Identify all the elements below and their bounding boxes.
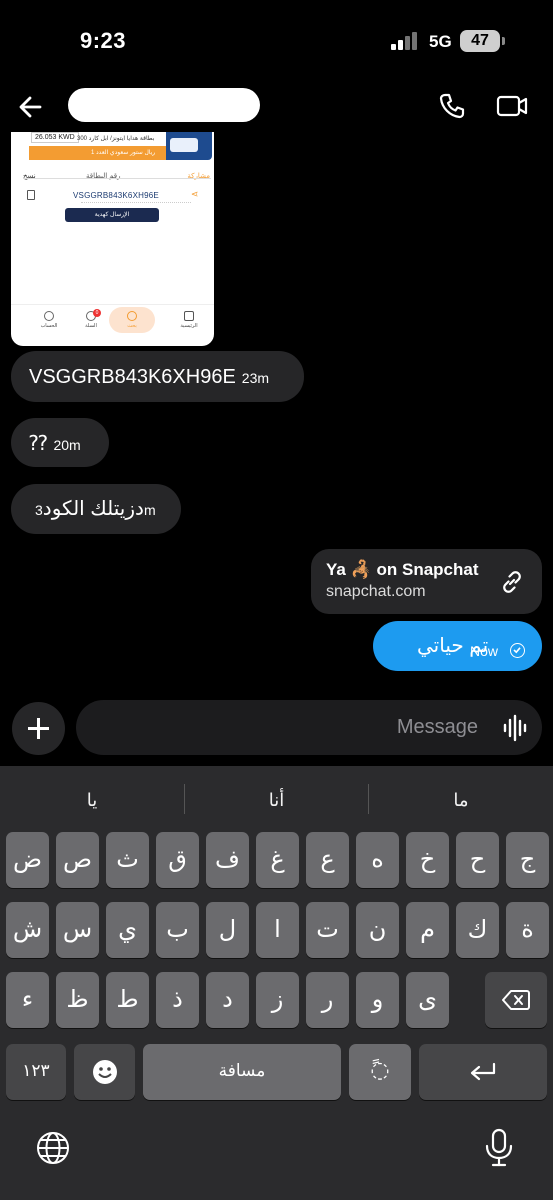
send-as-gift-button: الإرسال كهدية (65, 208, 159, 222)
key-row3-7[interactable]: و (356, 972, 399, 1028)
key-row3-0[interactable]: ء (6, 972, 49, 1028)
dotted-divider (81, 202, 191, 203)
backspace-key[interactable] (485, 972, 547, 1028)
snapchat-link-card[interactable]: Ya 🦂 on Snapchat snapchat.com (311, 549, 542, 614)
battery-tip (502, 37, 505, 45)
add-attachment-button[interactable] (12, 702, 65, 755)
key-row2-3[interactable]: ب (156, 902, 199, 958)
sent-check-icon (510, 643, 525, 658)
key-row2-5[interactable]: ا (256, 902, 299, 958)
status-time: 9:23 (80, 28, 127, 53)
return-key[interactable] (419, 1044, 547, 1100)
nav-search: بحث (112, 311, 152, 329)
signal-icon (391, 32, 421, 50)
message-time: Now (470, 643, 499, 659)
key-row2-4[interactable]: ل (206, 902, 249, 958)
app-bottom-nav: الرئيسية بحث السلة 0 الحساب (11, 304, 214, 346)
key-row1-5[interactable]: غ (256, 832, 299, 888)
message-time: 20m (53, 437, 81, 453)
key-row1-0[interactable]: ض (6, 832, 49, 888)
search-icon (127, 311, 137, 321)
key-row1-10[interactable]: ج (506, 832, 549, 888)
key-row1-3[interactable]: ق (156, 832, 199, 888)
key-row1-1[interactable]: ص (56, 832, 99, 888)
key-row2-1[interactable]: س (56, 902, 99, 958)
network-label: 5G (429, 32, 452, 51)
divider (23, 178, 211, 179)
key-row3-4[interactable]: د (206, 972, 249, 1028)
chat-header (0, 80, 553, 132)
key-row2-2[interactable]: ي (106, 902, 149, 958)
product-subtitle: ريال ستور سعودي العدد 1 (91, 150, 156, 156)
card-code: VSGGRB843K6XH96E (73, 191, 159, 200)
key-row3-8[interactable]: ى (406, 972, 449, 1028)
message-time: 23m (241, 370, 270, 386)
key-row3-3[interactable]: ذ (156, 972, 199, 1028)
video-call-icon[interactable] (495, 90, 529, 122)
suggestion-1[interactable]: يا (0, 782, 184, 818)
key-row2-8[interactable]: م (406, 902, 449, 958)
voice-waveform-icon[interactable] (501, 714, 529, 742)
key-row1-2[interactable]: ث (106, 832, 149, 888)
arabic-keyboard: يا أنا ما ١٢٣ مسافة ◌ً ضصثقفغعهخحج شسيبلا… (0, 766, 553, 1200)
message-bubble-code[interactable]: VSGGRB843K6XH96E 23m (11, 351, 304, 402)
key-row1-9[interactable]: ح (456, 832, 499, 888)
key-row1-4[interactable]: ف (206, 832, 249, 888)
message-bubble-arabic[interactable]: دزيتلك الكود3m (11, 484, 181, 534)
suggestion-3[interactable]: ما (369, 782, 553, 818)
home-icon (184, 311, 194, 321)
account-icon (44, 311, 54, 321)
key-row3-2[interactable]: ط (106, 972, 149, 1028)
key-row1-6[interactable]: ع (306, 832, 349, 888)
message-bubble-question[interactable]: ⁇ 20m (11, 418, 109, 467)
key-row2-9[interactable]: ك (456, 902, 499, 958)
suggestion-2[interactable]: أنا (185, 782, 368, 818)
phone-call-icon[interactable] (436, 90, 468, 122)
copy-icon (27, 190, 35, 200)
status-bar: 9:23 5G 47 (0, 0, 553, 80)
contact-name-redacted[interactable] (68, 88, 260, 122)
key-row3-1[interactable]: ظ (56, 972, 99, 1028)
key-row3-6[interactable]: ر (306, 972, 349, 1028)
cart-badge: 0 (93, 309, 101, 317)
globe-icon[interactable] (35, 1130, 71, 1166)
key-row2-10[interactable]: ة (506, 902, 549, 958)
emoji-key[interactable] (74, 1044, 135, 1100)
key-row1-8[interactable]: خ (406, 832, 449, 888)
nav-account: الحساب (29, 311, 69, 329)
nav-cart: السلة 0 (71, 309, 111, 329)
key-row3-5[interactable]: ز (256, 972, 299, 1028)
key-row2-7[interactable]: ن (356, 902, 399, 958)
space-key[interactable]: مسافة (143, 1044, 341, 1100)
share-icon: ⋖ (191, 189, 199, 199)
message-text: VSGGRB843K6XH96E (29, 366, 236, 388)
key-row2-6[interactable]: ت (306, 902, 349, 958)
price-tag: 26.053 KWD (31, 132, 79, 143)
scorpion-emoji: 🦂 (350, 560, 372, 579)
diacritic-key[interactable]: ◌ً (349, 1044, 411, 1100)
microphone-icon[interactable] (484, 1128, 514, 1168)
message-text: ⁇ (29, 433, 48, 455)
nav-home: الرئيسية (169, 311, 209, 329)
gift-card-thumbnail (166, 132, 212, 160)
message-text: دزيتلك الكود (42, 498, 144, 520)
sent-message-bubble[interactable]: تم حياتي Now (373, 621, 542, 671)
back-arrow-icon[interactable] (14, 90, 48, 124)
link-chain-icon (503, 571, 521, 593)
key-row2-0[interactable]: ش (6, 902, 49, 958)
message-input[interactable] (76, 700, 542, 755)
shared-screenshot-image[interactable]: 26.053 KWD بطاقة هدايا ايتونز/ ابل كارد … (11, 132, 214, 346)
numbers-key[interactable]: ١٢٣ (6, 1044, 66, 1100)
battery-icon: 47 (460, 30, 500, 52)
product-title: بطاقة هدايا ايتونز/ ابل كارد 300 (77, 136, 155, 142)
key-row1-7[interactable]: ه (356, 832, 399, 888)
